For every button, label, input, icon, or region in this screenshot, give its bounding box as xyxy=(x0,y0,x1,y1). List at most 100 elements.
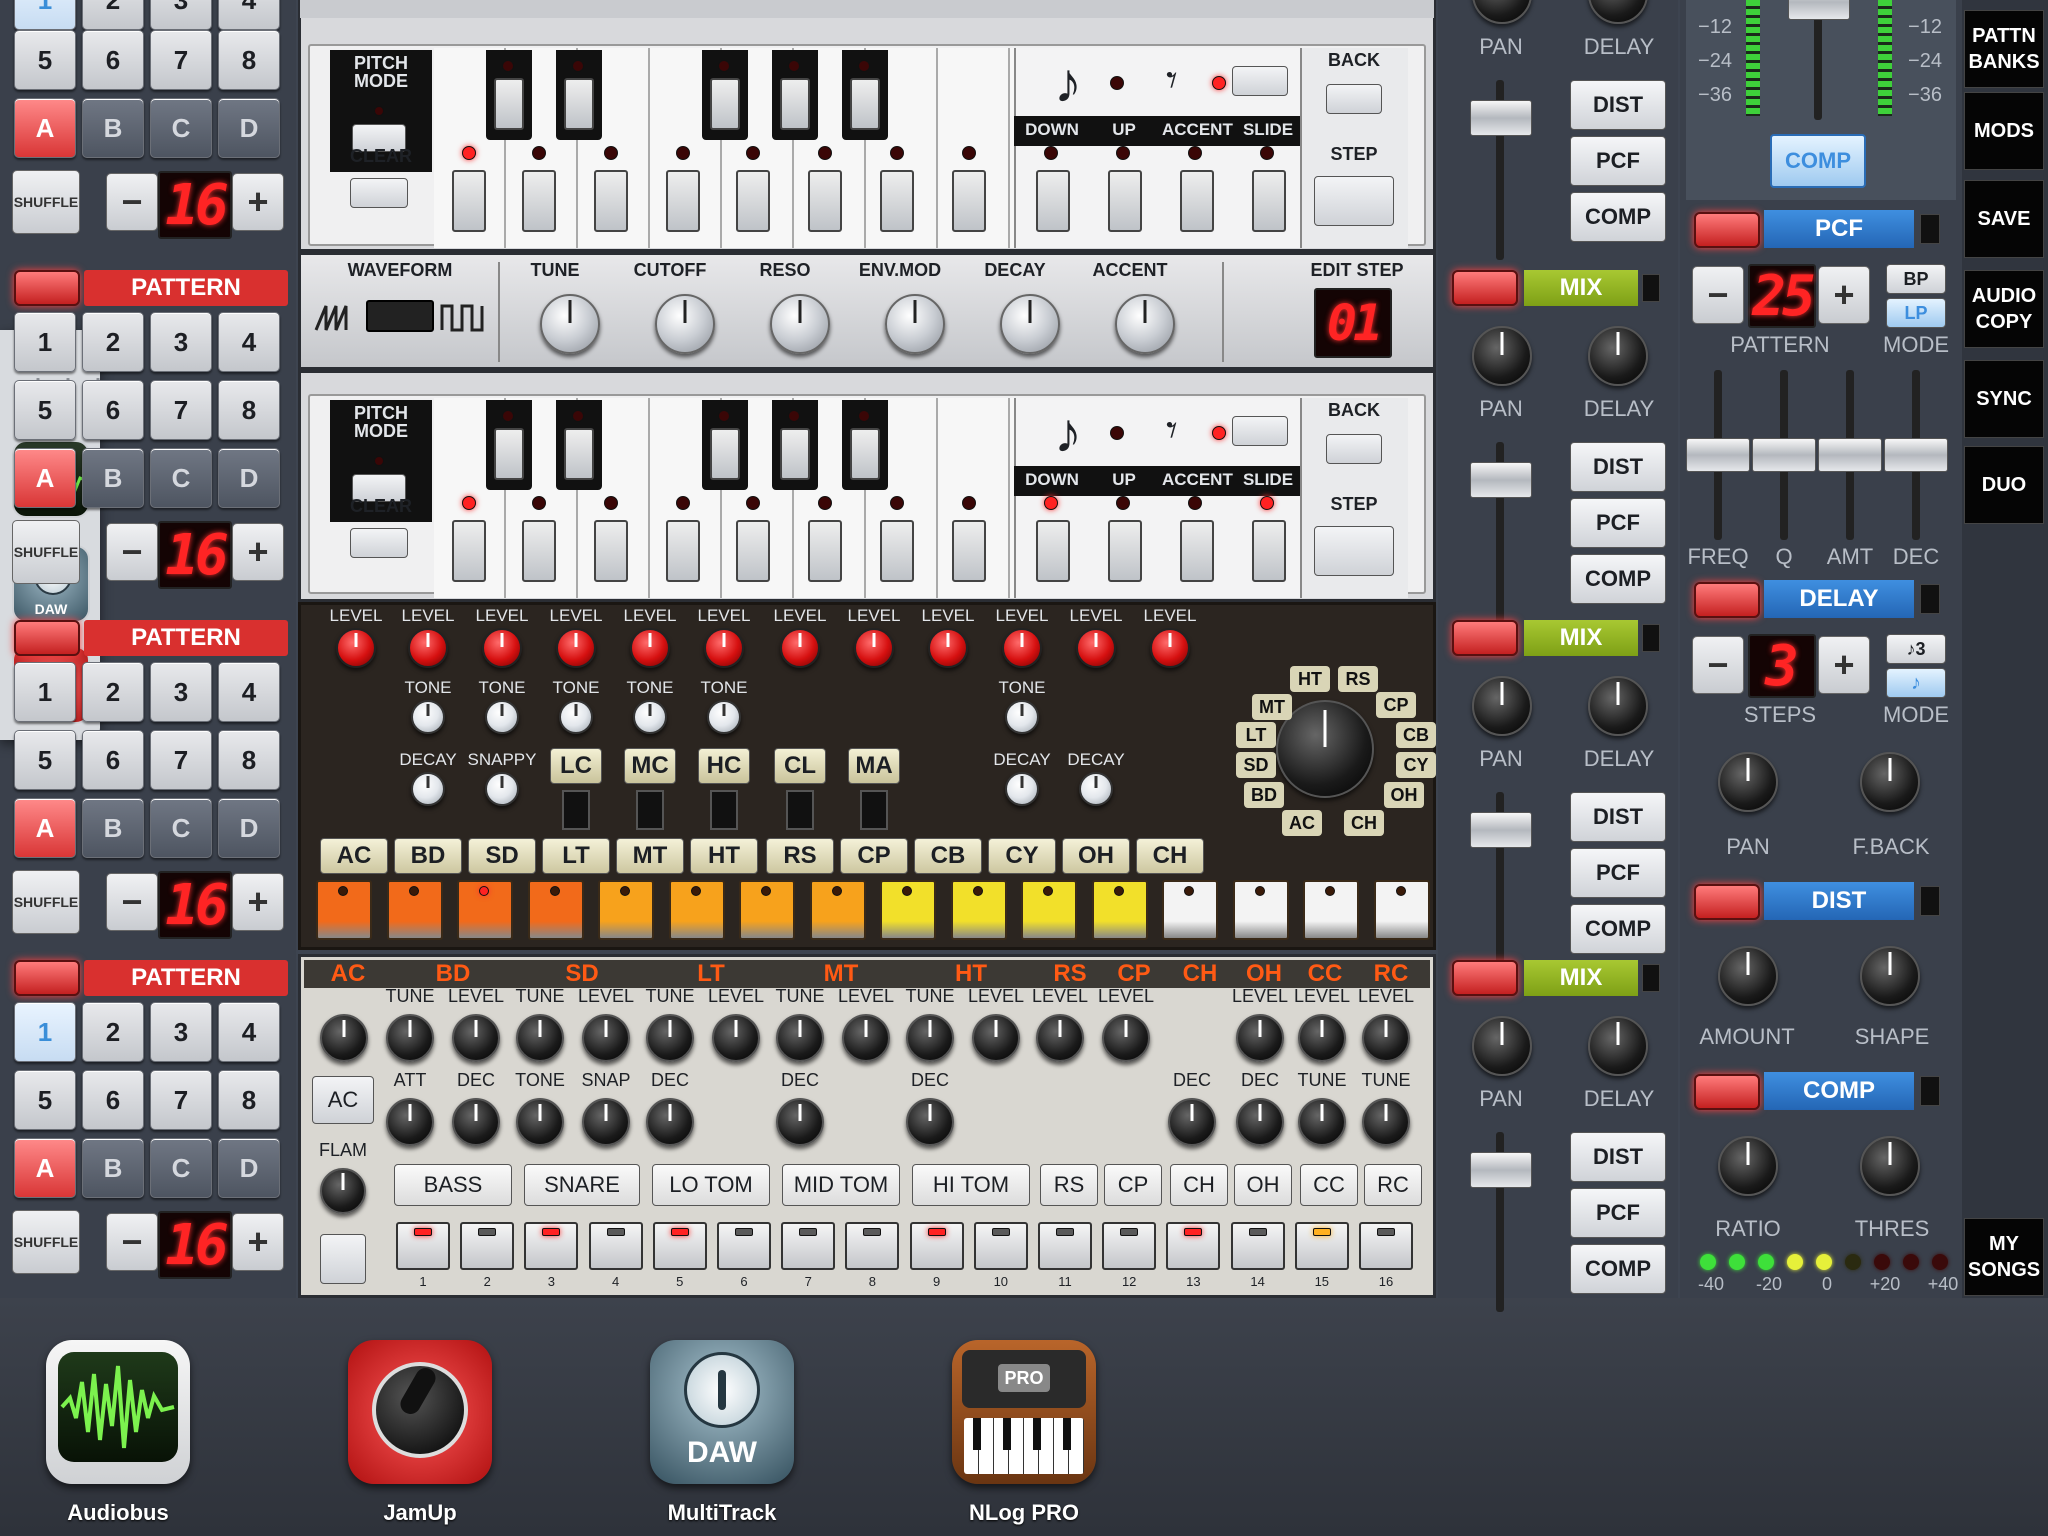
tb303-1-slide-switch[interactable] xyxy=(1252,170,1286,232)
tr909-inst-button-4[interactable]: MID TOM xyxy=(782,1164,900,1206)
mixer-strip-1-dist-button[interactable]: DIST xyxy=(1570,80,1666,130)
tr808-level-knob-5[interactable] xyxy=(630,628,670,668)
tr909-flam-button[interactable] xyxy=(320,1234,366,1284)
mixer-strip-2-dist-button[interactable]: DIST xyxy=(1570,442,1666,492)
tr909-inst-button-10[interactable]: CC xyxy=(1300,1164,1358,1206)
pattern-section-2-num-3[interactable]: 3 xyxy=(150,312,212,372)
tb303-knob-tune[interactable] xyxy=(540,294,600,354)
tr808-selector-label-bd[interactable]: BD xyxy=(1244,782,1284,808)
mixer-strip-4-pcf-button[interactable]: PCF xyxy=(1570,1188,1666,1238)
tb303-1-white-key-switch-6[interactable] xyxy=(808,170,842,232)
delay-pan-knob[interactable] xyxy=(1718,752,1778,812)
delay-fback-knob[interactable] xyxy=(1860,752,1920,812)
mixer-strip-4-fader-cap[interactable] xyxy=(1470,1152,1532,1188)
tb303-2-white-key-switch-3[interactable] xyxy=(594,520,628,582)
pattern-section-4-num-2[interactable]: 2 xyxy=(82,1002,144,1062)
tr808-level-knob-6[interactable] xyxy=(704,628,744,668)
tr909-row1-knob-2[interactable] xyxy=(452,1014,500,1062)
mixer-strip-1-comp-button[interactable]: COMP xyxy=(1570,192,1666,242)
tb303-1-back-button[interactable] xyxy=(1326,84,1382,114)
pattern-section-3-num-7[interactable]: 7 xyxy=(150,730,212,790)
mixer-strip-3-fader-cap[interactable] xyxy=(1470,812,1532,848)
pattern-section-3-num-5[interactable]: 5 xyxy=(14,730,76,790)
pattern-section-2-length-minus[interactable]: − xyxy=(106,523,158,581)
tr909-row1-knob-6[interactable] xyxy=(712,1014,760,1062)
tr808-select-hc[interactable]: HC xyxy=(698,748,750,784)
tr808-decay-knob-3[interactable] xyxy=(1005,772,1039,806)
tr808-selector-label-ac[interactable]: AC xyxy=(1282,810,1322,836)
tb303-1-white-key-switch-5[interactable] xyxy=(736,170,770,232)
pattern-section-3-num-4[interactable]: 4 xyxy=(218,662,280,722)
tr808-switch-lc[interactable] xyxy=(562,790,590,830)
tr909-row1-knob-10[interactable] xyxy=(972,1014,1020,1062)
tb303-knob-reso[interactable] xyxy=(770,294,830,354)
tb303-1-white-key-switch-2[interactable] xyxy=(522,170,556,232)
pattern-section-4-length-minus[interactable]: − xyxy=(106,1213,158,1271)
tr909-ac-button[interactable]: AC xyxy=(312,1076,374,1124)
tb303-1-white-key-switch-7[interactable] xyxy=(880,170,914,232)
mixer-strip-2-delay-knob[interactable] xyxy=(1588,326,1648,386)
mixer-strip-4-pan-knob[interactable] xyxy=(1472,1016,1532,1076)
tr808-level-knob-12[interactable] xyxy=(1150,628,1190,668)
pattern-section-1-num-6[interactable]: 6 xyxy=(82,30,144,90)
tr909-inst-button-6[interactable]: RS xyxy=(1040,1164,1098,1206)
pattern-section-1-length-plus[interactable]: + xyxy=(232,173,284,231)
pattern-section-4-num-7[interactable]: 7 xyxy=(150,1070,212,1130)
fx-pcf-led-button[interactable] xyxy=(1694,212,1760,248)
tr909-row2-knob-2[interactable] xyxy=(452,1098,500,1146)
tr808-selector-label-sd[interactable]: SD xyxy=(1236,752,1276,778)
mixer-strip-2-fader-cap[interactable] xyxy=(1470,462,1532,498)
tr808-inst-ht[interactable]: HT xyxy=(690,838,758,874)
tb303-2-black-key-switch-5[interactable] xyxy=(850,428,880,480)
pattern-section-2-num-6[interactable]: 6 xyxy=(82,380,144,440)
dock-label-audiobus[interactable]: Audiobus xyxy=(28,1500,208,1526)
pattern-section-4-led-button[interactable] xyxy=(14,960,80,996)
tr808-decay-knob-1[interactable] xyxy=(411,772,445,806)
tr808-inst-mt[interactable]: MT xyxy=(616,838,684,874)
pattern-section-3-num-8[interactable]: 8 xyxy=(218,730,280,790)
pattern-section-3-length-minus[interactable]: − xyxy=(106,873,158,931)
master-fader-cap[interactable] xyxy=(1788,0,1850,20)
tr909-row1-knob-14[interactable] xyxy=(1298,1014,1346,1062)
tr808-select-ma[interactable]: MA xyxy=(848,748,900,784)
tr909-inst-button-9[interactable]: OH xyxy=(1234,1164,1292,1206)
pattern-section-2-led-button[interactable] xyxy=(14,270,80,306)
pattern-section-4-num-6[interactable]: 6 xyxy=(82,1070,144,1130)
tr909-flam-knob[interactable] xyxy=(320,1168,366,1214)
tb303-2-white-key-switch-4[interactable] xyxy=(666,520,700,582)
tr909-row2-knob-1[interactable] xyxy=(386,1098,434,1146)
delay-steps-minus[interactable]: − xyxy=(1692,636,1744,694)
tr808-selector-label-ch[interactable]: CH xyxy=(1344,810,1384,836)
tr808-inst-ac[interactable]: AC xyxy=(320,838,388,874)
mixer-strip-1-pcf-button[interactable]: PCF xyxy=(1570,136,1666,186)
tr808-level-knob-11[interactable] xyxy=(1076,628,1116,668)
tb303-1-black-key-switch-2[interactable] xyxy=(564,78,594,130)
pattern-section-1-num-8[interactable]: 8 xyxy=(218,30,280,90)
mixer-strip-4-delay-knob[interactable] xyxy=(1588,1016,1648,1076)
pattern-section-1-bank-b[interactable]: B xyxy=(82,98,144,158)
pattern-section-2-num-7[interactable]: 7 xyxy=(150,380,212,440)
pattern-section-3-num-6[interactable]: 6 xyxy=(82,730,144,790)
pattern-section-1-num-7[interactable]: 7 xyxy=(150,30,212,90)
pattern-section-3-num-1[interactable]: 1 xyxy=(14,662,76,722)
mixer-strip-3-comp-button[interactable]: COMP xyxy=(1570,904,1666,954)
tr909-row1-knob-1[interactable] xyxy=(386,1014,434,1062)
tr808-inst-cb[interactable]: CB xyxy=(914,838,982,874)
tr808-selector-label-ht[interactable]: HT xyxy=(1290,666,1330,692)
pattern-section-2-bank-d[interactable]: D xyxy=(218,448,280,508)
tr909-row2-knob-7[interactable] xyxy=(906,1098,954,1146)
tr808-selector-label-oh[interactable]: OH xyxy=(1384,782,1424,808)
tr909-row1-knob-3[interactable] xyxy=(516,1014,564,1062)
pattern-section-4-bank-b[interactable]: B xyxy=(82,1138,144,1198)
tr909-inst-button-8[interactable]: CH xyxy=(1170,1164,1228,1206)
mixer-strip-3-led-button[interactable] xyxy=(1452,620,1518,656)
dist-amount-knob[interactable] xyxy=(1718,946,1778,1006)
tr808-inst-lt[interactable]: LT xyxy=(542,838,610,874)
tb303-1-white-key-switch-3[interactable] xyxy=(594,170,628,232)
tr808-inst-ch[interactable]: CH xyxy=(1136,838,1204,874)
tr808-inst-oh[interactable]: OH xyxy=(1062,838,1130,874)
tb303-2-clear-button[interactable] xyxy=(350,528,408,558)
pattern-section-4-bank-a[interactable]: A xyxy=(14,1138,76,1198)
mixer-strip-3-delay-knob[interactable] xyxy=(1588,676,1648,736)
comp-ratio-knob[interactable] xyxy=(1718,1136,1778,1196)
